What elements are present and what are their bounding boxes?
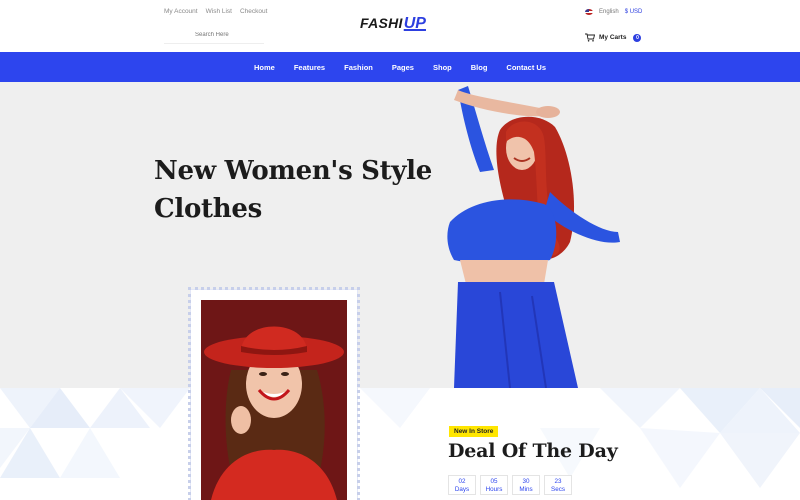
nav-item-shop[interactable]: Shop [433, 63, 452, 72]
countdown-secs-unit: Secs [551, 486, 565, 493]
countdown-days-value: 02 [458, 478, 466, 485]
cart-button[interactable]: My Carts 0 [585, 33, 642, 42]
countdown-days: 02 Days [448, 475, 476, 495]
countdown-hours-unit: Hours [485, 486, 503, 493]
logo-text-accent: UP [403, 15, 426, 32]
countdown-mins-value: 30 [522, 478, 530, 485]
my-account-link[interactable]: My Account [164, 8, 198, 15]
nav-item-blog[interactable]: Blog [471, 63, 488, 72]
logo-text-primary: FASHI [360, 15, 403, 31]
countdown-secs: 23 Secs [544, 475, 572, 495]
account-links: My Account Wish List Checkout [164, 8, 267, 15]
hero-title-line1: New Women's Style [154, 156, 432, 186]
wish-list-link[interactable]: Wish List [206, 8, 232, 15]
countdown-hours: 05 Hours [480, 475, 508, 495]
top-header: My Account Wish List Checkout FASHI UP E… [0, 0, 800, 52]
nav-item-home[interactable]: Home [254, 63, 275, 72]
countdown-hours-value: 05 [490, 478, 498, 485]
cart-label: My Carts [599, 34, 627, 41]
featured-photo[interactable] [201, 300, 347, 500]
site-logo[interactable]: FASHI UP [360, 15, 426, 33]
hero-banner: New Women's Style Clothes [0, 82, 800, 388]
countdown-mins-unit: Mins [519, 486, 533, 493]
nav-item-features[interactable]: Features [294, 63, 325, 72]
nav-item-fashion[interactable]: Fashion [344, 63, 373, 72]
hero-title-line2: Clothes [154, 194, 262, 224]
nav-item-pages[interactable]: Pages [392, 63, 414, 72]
main-nav: Home Features Fashion Pages Shop Blog Co… [0, 52, 800, 82]
deal-title: Deal Of The Day [448, 440, 618, 462]
new-in-store-badge: New In Store [449, 426, 499, 437]
countdown-timer: 02 Days 05 Hours 30 Mins 23 Secs [448, 475, 572, 495]
checkout-link[interactable]: Checkout [240, 8, 267, 15]
deal-section [0, 388, 800, 500]
countdown-mins: 30 Mins [512, 475, 540, 495]
us-flag-icon [585, 9, 593, 15]
nav-item-contact-us[interactable]: Contact Us [506, 63, 546, 72]
cart-count-badge: 0 [633, 33, 642, 42]
woman-red-hat-image [201, 300, 347, 500]
locale-selector: English $ USD [585, 9, 642, 15]
language-selector[interactable]: English [599, 9, 619, 15]
triangle-pattern-background [0, 388, 800, 500]
hero-model-image [447, 86, 620, 388]
currency-selector[interactable]: $ USD [625, 9, 643, 15]
search-input[interactable] [164, 26, 264, 44]
countdown-days-unit: Days [454, 486, 470, 493]
countdown-secs-value: 23 [554, 478, 562, 485]
hero-title: New Women's Style Clothes [154, 152, 444, 228]
cart-icon [585, 33, 595, 42]
